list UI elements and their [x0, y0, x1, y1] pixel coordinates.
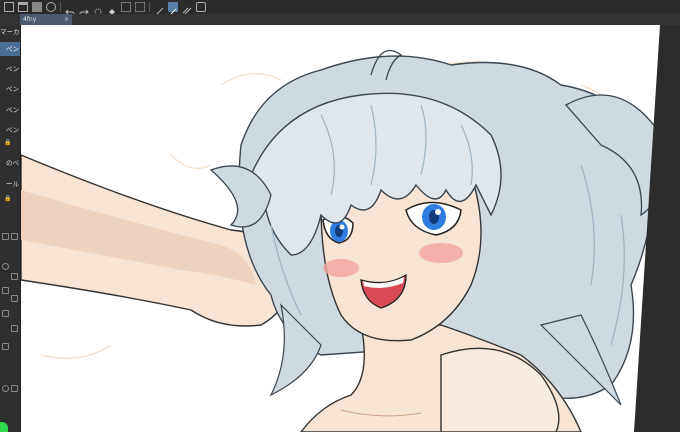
selection-icon[interactable] — [135, 2, 145, 12]
checkbox[interactable] — [2, 310, 9, 317]
document-tab-title: 4fny — [23, 16, 37, 23]
checkbox[interactable] — [2, 343, 9, 350]
subtool-item-active[interactable]: ペン — [0, 42, 20, 56]
export-icon[interactable] — [46, 2, 56, 12]
checkbox[interactable] — [11, 273, 18, 280]
ruler-icon[interactable] — [154, 2, 164, 17]
snap-icon[interactable] — [182, 2, 192, 17]
status-indicator — [0, 422, 8, 432]
delete-subtool-button[interactable] — [11, 233, 18, 240]
subtool-item[interactable]: ール — [0, 177, 20, 191]
checkbox[interactable] — [11, 325, 18, 332]
duplicate-subtool-button[interactable] — [2, 233, 9, 240]
open-file-icon[interactable] — [18, 2, 28, 12]
subtool-item[interactable]: ペン — [0, 62, 20, 76]
toolbar-divider — [60, 2, 61, 12]
pen-icon[interactable] — [168, 2, 178, 16]
save-icon[interactable] — [32, 2, 42, 12]
blush-left — [323, 259, 359, 277]
canvas-edge-shadow — [634, 25, 680, 432]
lock-icon: 🔒 — [4, 139, 12, 146]
artwork — [21, 49, 665, 432]
brush-subtool-panel: マーカー ペン ペン ペン ペン ペン のペ ール 🔒 🔒 — [0, 25, 21, 432]
toolbar-divider — [149, 2, 150, 12]
checkbox[interactable] — [11, 295, 18, 302]
redo-icon[interactable] — [79, 2, 89, 17]
subtool-item[interactable]: ペン — [0, 103, 20, 117]
size-dial-icon[interactable] — [2, 263, 9, 270]
new-file-icon[interactable] — [4, 2, 14, 12]
subtool-item[interactable]: ペン — [0, 123, 20, 137]
subtool-item[interactable]: ペン — [0, 82, 20, 96]
subtool-item[interactable]: マーカー — [0, 25, 20, 39]
close-icon[interactable]: × — [64, 14, 69, 25]
lock-icon: 🔒 — [4, 195, 12, 202]
undo-icon[interactable] — [65, 2, 75, 17]
fill-icon[interactable] — [107, 2, 117, 15]
blush-right — [419, 243, 463, 263]
search-icon[interactable] — [11, 385, 18, 392]
document-tab[interactable]: 4fny × — [20, 14, 72, 25]
main-toolbar — [0, 0, 680, 17]
drawing-canvas[interactable] — [21, 25, 680, 432]
document-tab-bar: 4fny × — [0, 14, 680, 25]
checkbox[interactable] — [2, 287, 9, 294]
subtool-item[interactable]: のペ — [0, 156, 20, 170]
preview-icon[interactable] — [196, 2, 206, 12]
settings-icon[interactable] — [2, 385, 9, 392]
transform-icon[interactable] — [121, 2, 131, 12]
clear-icon[interactable] — [93, 2, 103, 16]
